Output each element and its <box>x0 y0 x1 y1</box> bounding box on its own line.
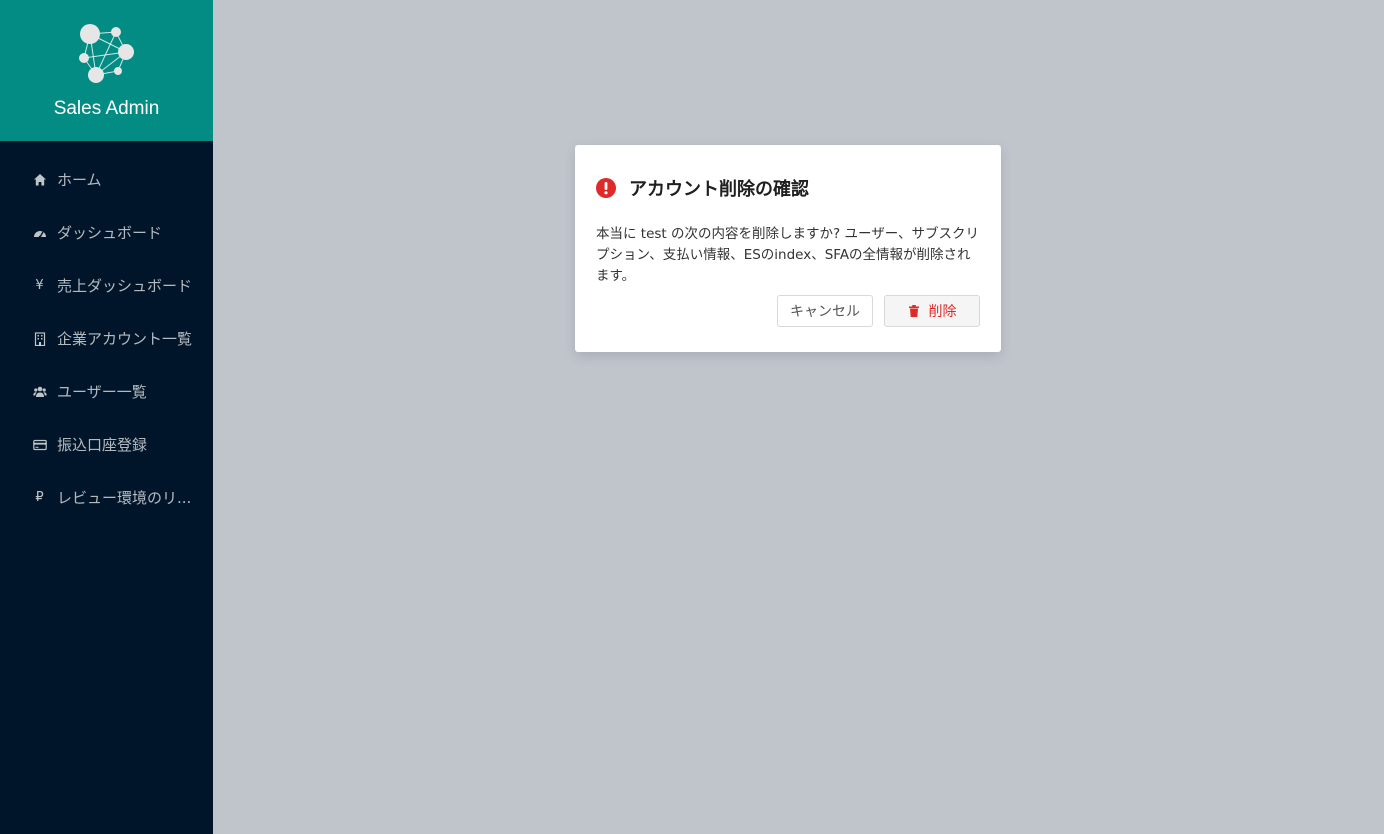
users-icon <box>32 384 47 399</box>
sidebar-item-company-accounts[interactable]: 企業アカウント一覧 <box>0 312 213 365</box>
exclamation-circle-icon <box>596 178 616 198</box>
sidebar-item-label: 企業アカウント一覧 <box>57 330 193 348</box>
home-icon <box>32 172 47 187</box>
sidebar-item-users[interactable]: ユーザー一覧 <box>0 365 213 418</box>
yen-icon: ¥ <box>35 278 44 293</box>
delete-button[interactable]: 削除 <box>884 295 980 327</box>
delete-button-label: 削除 <box>928 304 957 320</box>
sidebar-item-dashboard[interactable]: ダッシュボード <box>0 206 213 259</box>
sidebar-item-sales-dashboard[interactable]: ¥ 売上ダッシュボード <box>0 259 213 312</box>
ruble-icon: ₽ <box>35 490 44 505</box>
sidebar-item-review-env[interactable]: ₽ レビュー環境のリ... <box>0 471 213 524</box>
cancel-button[interactable]: キャンセル <box>777 295 873 327</box>
sidebar-item-label: ホーム <box>57 171 102 189</box>
network-nodes-icon <box>78 24 134 83</box>
sidebar-item-label: 振込口座登録 <box>57 436 148 454</box>
cancel-button-label: キャンセル <box>790 304 860 320</box>
credit-card-icon <box>32 437 47 452</box>
sidebar-item-bank-account[interactable]: 振込口座登録 <box>0 418 213 471</box>
sidebar-item-label: ダッシュボード <box>57 224 163 242</box>
sidebar-item-home[interactable]: ホーム <box>0 153 213 206</box>
sidebar-item-label: 売上ダッシュボード <box>57 277 193 295</box>
trash-icon <box>908 305 919 317</box>
sidebar-menu: ホーム ダッシュボード ¥ 売上ダッシュボード 企業アカウント一覧 ユーザー一覧 <box>0 141 213 524</box>
modal-message: 本当に test の次の内容を削除しますか? ユーザー、サブスクリプション、支払… <box>596 226 980 284</box>
confirm-delete-modal: アカウント削除の確認 本当に test の次の内容を削除しますか? ユーザー、サ… <box>575 145 1001 352</box>
sidebar: Sales Admin ホーム ダッシュボード ¥ 売上ダッシュボード 企業アカ… <box>0 0 213 834</box>
modal-footer: キャンセル 削除 <box>596 295 980 327</box>
modal-overlay[interactable] <box>213 0 1384 834</box>
modal-header: アカウント削除の確認 <box>596 175 980 201</box>
sidebar-item-label: レビュー環境のリ... <box>57 489 192 507</box>
building-icon <box>32 331 47 346</box>
sidebar-item-label: ユーザー一覧 <box>57 383 147 401</box>
modal-title: アカウント削除の確認 <box>629 179 809 200</box>
dashboard-icon <box>32 225 47 240</box>
brand-header: Sales Admin <box>0 0 213 141</box>
brand-name: Sales Admin <box>53 98 160 119</box>
